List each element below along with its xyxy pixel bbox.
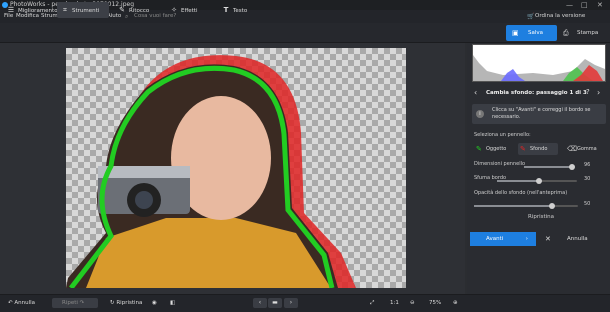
- brush-object-button[interactable]: ✎ Oggetto: [474, 143, 514, 155]
- reset-button[interactable]: Ripristina: [528, 214, 554, 220]
- back-icon[interactable]: ‹: [474, 88, 477, 97]
- forward-icon[interactable]: ›: [597, 88, 600, 97]
- tab-effetti[interactable]: ✧ Effetti: [166, 2, 214, 18]
- tab-testo[interactable]: T Testo: [218, 2, 262, 18]
- help-icon[interactable]: ?: [586, 88, 590, 96]
- zoom-percent: 75%: [429, 300, 442, 306]
- bg-opacity-slider[interactable]: [474, 203, 578, 209]
- zoom-in-icon[interactable]: ⊕: [453, 298, 458, 308]
- brush-background-button[interactable]: ✎ Sfondo: [518, 143, 558, 155]
- magic-wand-icon: ✧: [171, 6, 177, 14]
- brush-eraser-button[interactable]: ⌫ Gomma: [565, 143, 605, 155]
- folder-icon[interactable]: ▬: [268, 298, 282, 308]
- cancel-button[interactable]: ✕ Annulla: [539, 232, 607, 246]
- brush-size-slider[interactable]: [524, 164, 575, 170]
- save-button[interactable]: ▣ Salva: [506, 25, 557, 41]
- text-icon: T: [223, 6, 229, 14]
- brush-size-knob[interactable]: [569, 164, 575, 170]
- brush-size-value: 96: [584, 162, 591, 168]
- brush-green-icon: ✎: [476, 145, 482, 153]
- fit-screen-icon[interactable]: ⤢: [370, 298, 374, 308]
- brush-size-label: Dimensioni pennello: [474, 161, 526, 167]
- eye-icon[interactable]: ◉: [152, 298, 157, 308]
- bg-opacity-value: 50: [584, 201, 591, 207]
- cart-icon: 🛒: [527, 13, 535, 20]
- maximize-icon[interactable]: □: [581, 0, 588, 10]
- photo-canvas[interactable]: [66, 48, 406, 288]
- printer-icon: ⎙: [563, 29, 569, 37]
- brush-red-icon: ✎: [520, 145, 526, 153]
- tab-miglioramento[interactable]: ☰ Miglioramento: [3, 2, 58, 18]
- bg-opacity-label: Opacità dello sfondo (nell'anteprima): [474, 190, 568, 196]
- histogram: [472, 44, 606, 82]
- restore-button[interactable]: ↻ Ripristina: [110, 298, 142, 308]
- photo-preview: [66, 55, 356, 288]
- select-brush-label: Seleziona un pennello:: [474, 132, 531, 138]
- zoom-ratio[interactable]: 1:1: [390, 298, 399, 308]
- redo-button[interactable]: Ripeti ↷: [52, 298, 98, 308]
- floppy-icon: ▣: [512, 29, 519, 37]
- feather-knob[interactable]: [536, 178, 542, 184]
- eraser-icon: ⌫: [567, 145, 577, 153]
- crop-icon: ⌗: [63, 6, 67, 14]
- close-icon[interactable]: ✕: [597, 0, 603, 10]
- sliders-icon: ☰: [7, 6, 15, 14]
- brush-icon: ✎: [119, 6, 125, 14]
- feather-slider[interactable]: [497, 178, 577, 184]
- hint-box: i Clicca su "Avanti" e correggi il bordo…: [472, 104, 606, 124]
- zoom-out-icon[interactable]: ⊖: [410, 298, 415, 308]
- undo-button[interactable]: ↶ Annulla: [8, 298, 35, 308]
- tab-ritocco[interactable]: ✎ Ritocco: [114, 2, 164, 18]
- step-title: Cambia sfondo: passaggio 1 di 3: [486, 90, 587, 96]
- bg-opacity-knob[interactable]: [549, 203, 555, 209]
- feather-value: 30: [584, 176, 591, 182]
- next-image-button[interactable]: ›: [284, 298, 298, 308]
- redo-icon: ↷: [79, 300, 85, 306]
- restore-icon: ↻: [110, 300, 115, 306]
- compare-icon[interactable]: ◧: [170, 298, 175, 308]
- tab-strumenti[interactable]: ⌗ Strumenti: [57, 2, 109, 18]
- camera-lens-glass: [135, 191, 153, 209]
- chevron-right-icon: ›: [525, 236, 528, 242]
- close-icon: ✕: [545, 235, 551, 243]
- prev-image-button[interactable]: ‹: [253, 298, 267, 308]
- info-icon: i: [476, 110, 484, 118]
- undo-icon: ↶: [8, 300, 13, 306]
- hint-text: Clicca su "Avanti" e correggi il bordo s…: [492, 107, 591, 120]
- print-button[interactable]: ⎙ Stampa: [561, 25, 606, 41]
- next-button[interactable]: Avanti ›: [470, 232, 536, 246]
- minimize-icon[interactable]: —: [566, 0, 573, 10]
